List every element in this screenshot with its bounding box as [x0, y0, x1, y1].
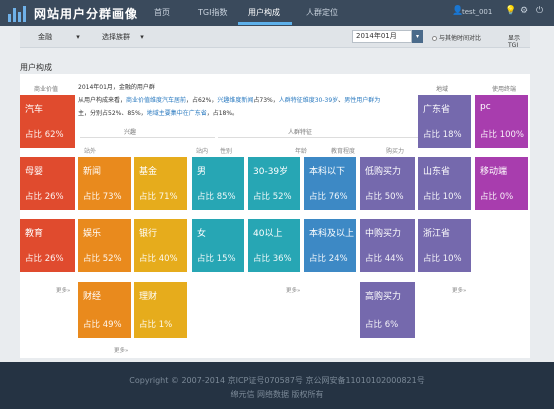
date-input[interactable]: 2014年01月: [352, 30, 412, 43]
nav-crowd-positioning[interactable]: 人群定位: [306, 7, 338, 18]
tile-shandong[interactable]: 山东省 占比 10%: [418, 157, 471, 210]
tile-car[interactable]: 汽车 占比 62%: [20, 95, 75, 148]
active-nav-indicator: [238, 22, 292, 25]
tile-guangdong[interactable]: 广东省 占比 18%: [418, 95, 471, 148]
tile-age-40-plus[interactable]: 40以上 占比 36%: [248, 219, 300, 272]
tile-education-industry[interactable]: 教育 占比 26%: [20, 219, 75, 272]
tile-male[interactable]: 男占比 85%: [192, 157, 244, 210]
chevron-down-icon: ▾: [140, 33, 144, 41]
header-interest: 兴趣: [124, 129, 137, 136]
tile-wealth-management[interactable]: 理财 占比 1%: [134, 282, 187, 338]
subheader-off-site: 站外: [84, 148, 97, 155]
tile-zhejiang[interactable]: 浙江省 占比 10%: [418, 219, 471, 272]
more-link-age[interactable]: 更多»: [286, 286, 300, 294]
more-link-commercial[interactable]: 更多»: [56, 286, 70, 294]
tile-pc[interactable]: pc 占比 100%: [475, 95, 528, 148]
tile-baby[interactable]: 母婴 占比 26%: [20, 157, 75, 210]
header-commercial-value: 商业价值: [34, 86, 59, 93]
user-name[interactable]: test_001: [462, 8, 492, 16]
gear-icon[interactable]: ⚙: [520, 6, 528, 16]
footer: Copyright © 2007-2014 京ICP证号070587号 京公网安…: [0, 362, 554, 409]
tile-bank[interactable]: 银行 占比 40%: [134, 219, 187, 272]
more-link-interest[interactable]: 更多»: [114, 346, 128, 354]
tile-high-purchase-power[interactable]: 高购买力 占比 6%: [360, 282, 415, 338]
tile-fund[interactable]: 基金 占比 71%: [134, 157, 187, 210]
tile-bachelor-and-above[interactable]: 本科及以上 占比 24%: [304, 219, 356, 272]
subheader-purchase-power: 购买力: [386, 148, 405, 155]
divider: [80, 137, 215, 138]
summary-line-1: 2014年01月，金融的用户群: [78, 84, 155, 91]
footer-copyright: Copyright © 2007-2014 京ICP证号070587号 京公网安…: [129, 376, 425, 385]
page-title: 用户构成: [20, 63, 52, 72]
tile-age-30-39[interactable]: 30-39岁 占比 52%: [248, 157, 300, 210]
tile-mid-purchase-power[interactable]: 中购买力 占比 44%: [360, 219, 415, 272]
nav-user-composition[interactable]: 用户构成: [248, 7, 280, 18]
filter-bar: 金融 ▾ 选择族群 ▾ 2014年01月 ▾ 与其他时间对比 显示TGI: [20, 26, 530, 49]
date-picker-button[interactable]: ▾: [412, 30, 423, 43]
tile-below-bachelor[interactable]: 本科以下 占比 76%: [304, 157, 356, 210]
tile-low-purchase-power[interactable]: 低购买力 占比 50%: [360, 157, 415, 210]
top-navigation-bar: 网站用户分群画像 首页 TGI指数 用户构成 人群定位 👤 test_001 💡…: [0, 0, 554, 26]
more-link-region[interactable]: 更多»: [452, 286, 466, 294]
show-tgi-toggle[interactable]: 显示TGI: [508, 33, 530, 49]
bulb-icon[interactable]: 💡: [505, 6, 516, 16]
tile-entertainment[interactable]: 娱乐 占比 52%: [78, 219, 131, 272]
subheader-education: 教育程度: [331, 148, 356, 155]
chevron-down-icon: ▾: [415, 33, 419, 40]
app-title: 网站用户分群画像: [34, 7, 139, 21]
industry-select-value: 金融: [38, 33, 52, 41]
tile-finance[interactable]: 财经 占比 49%: [78, 282, 131, 338]
industry-select[interactable]: 金融 ▾: [38, 32, 80, 42]
summary-line-3: 主，分别占52%、85%，地域主要集中在广东省，占18%。: [78, 110, 239, 117]
subheader-on-site: 站内: [196, 148, 209, 155]
subheader-age: 年龄: [295, 148, 308, 155]
group-select[interactable]: 选择族群 ▾: [102, 32, 144, 42]
logo-icon[interactable]: [8, 4, 30, 22]
compare-radio[interactable]: 与其他时间对比: [432, 33, 481, 42]
tile-female[interactable]: 女占比 15%: [192, 219, 244, 272]
header-terminal: 使用终端: [492, 86, 517, 93]
chevron-down-icon: ▾: [76, 33, 80, 41]
radio-icon: [432, 36, 437, 41]
tile-news[interactable]: 新闻 占比 73%: [78, 157, 131, 210]
nav-tgi-index[interactable]: TGI指数: [198, 7, 227, 18]
footer-owner: 绵元信 网络数据 版权所有: [230, 390, 324, 399]
summary-text: 2014年01月，金融的用户群 从用户构成来看，商业价值维度汽车居前，占62%，…: [78, 81, 418, 120]
header-crowd-features: 人群特征: [288, 129, 313, 136]
header-region: 地域: [436, 86, 449, 93]
nav-home[interactable]: 首页: [154, 7, 170, 18]
power-icon[interactable]: ⏻: [536, 6, 543, 16]
group-select-value: 选择族群: [102, 33, 130, 41]
divider: [218, 137, 440, 138]
tile-mobile[interactable]: 移动端 占比 0%: [475, 157, 528, 210]
subheader-gender: 性别: [220, 148, 233, 155]
summary-line-2: 从用户构成来看，商业价值维度汽车居前，占62%，兴趣维度新闻占73%，人群特征维…: [78, 97, 381, 104]
compare-label: 与其他时间对比: [439, 35, 482, 42]
